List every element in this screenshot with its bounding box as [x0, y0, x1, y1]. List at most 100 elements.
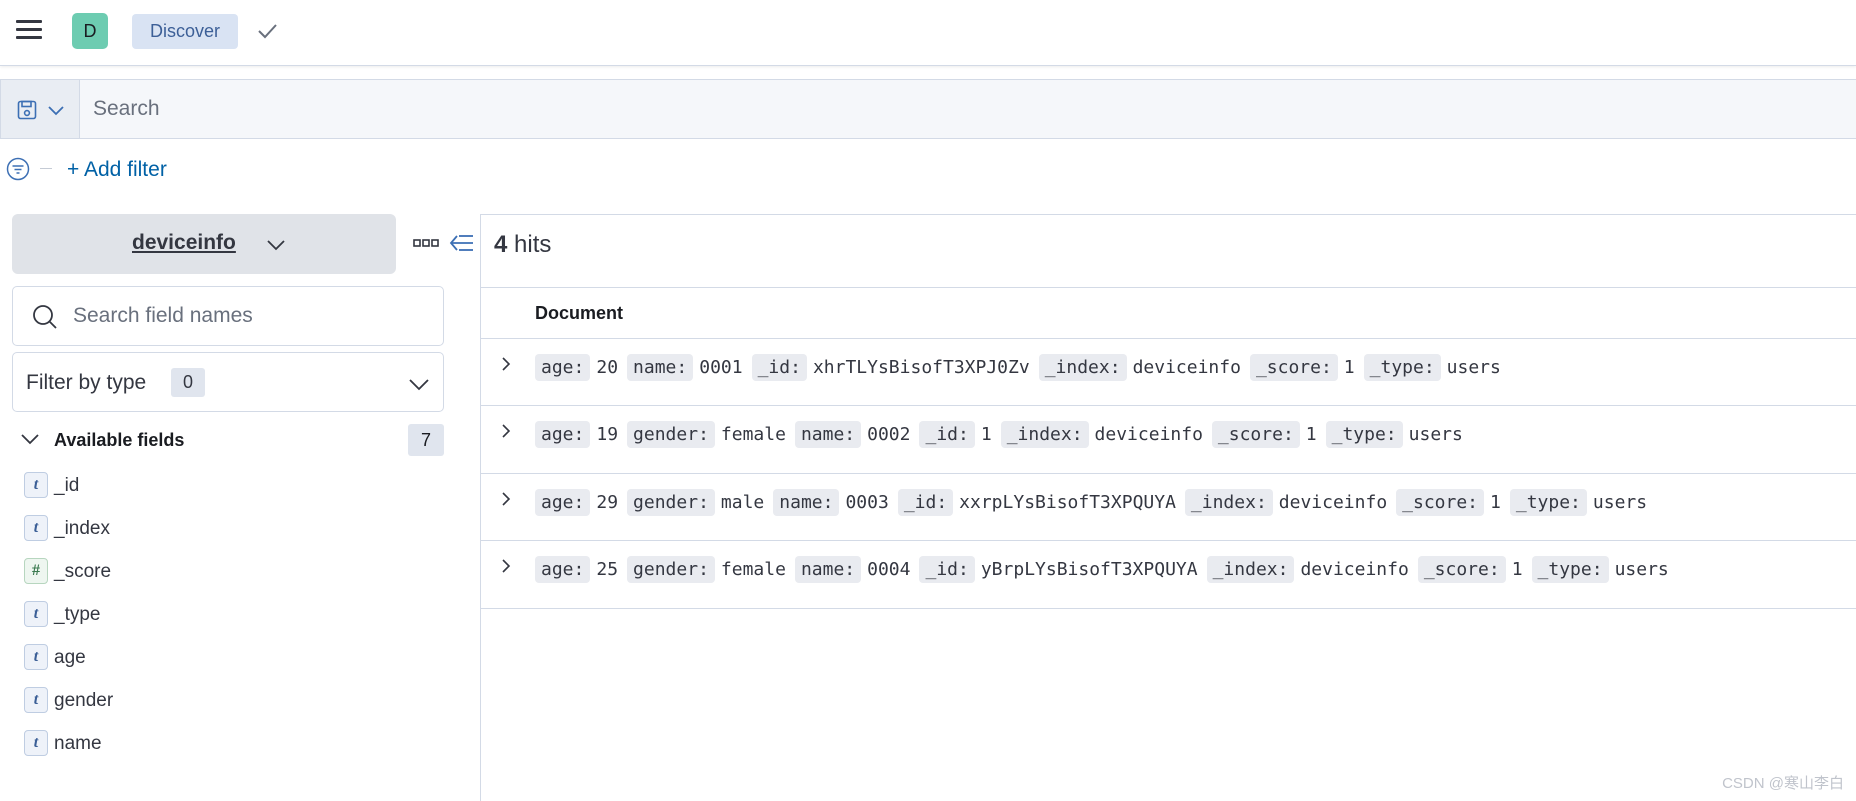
chevron-right-icon[interactable] — [498, 557, 514, 575]
field-key: gender: — [627, 421, 715, 448]
field-key: name: — [794, 556, 862, 583]
field-item-gender[interactable]: t gender — [24, 683, 424, 726]
field-key: _type: — [1531, 556, 1609, 583]
more-options-icon[interactable] — [412, 236, 440, 250]
breadcrumb-discover[interactable]: Discover — [132, 14, 239, 49]
field-search — [12, 286, 444, 346]
field-key: name: — [794, 421, 862, 448]
string-type-icon: t — [24, 730, 48, 756]
index-pattern-picker[interactable]: deviceinfo — [12, 214, 396, 274]
field-key: name: — [627, 354, 694, 381]
field-value: 20 — [596, 357, 619, 378]
field-value: yBrpLYsBisofT3XPQUYA — [980, 559, 1198, 580]
document-field-pair: _score: 1 — [1211, 421, 1317, 448]
field-item-_id[interactable]: t _id — [24, 468, 424, 511]
field-item-name[interactable]: t name — [24, 726, 424, 769]
string-type-icon: t — [24, 601, 48, 627]
collapse-sidebar-icon[interactable] — [449, 232, 475, 254]
document-field-pair: _id: 1 — [919, 421, 992, 448]
field-key: _score: — [1396, 489, 1485, 516]
filter-by-type-dropdown[interactable]: Filter by type 0 — [12, 352, 444, 412]
document-field-pair: name: 0001 — [627, 354, 743, 381]
field-value: 25 — [596, 559, 619, 580]
field-search-input[interactable] — [73, 287, 433, 345]
field-key: _type: — [1509, 489, 1587, 516]
field-value: 1 — [1343, 357, 1355, 378]
field-value: 0002 — [867, 424, 911, 445]
available-fields-label: Available fields — [54, 430, 185, 450]
add-filter-button[interactable]: + Add filter — [67, 158, 167, 182]
document-field-pair: age: 29 — [535, 489, 618, 516]
document-field-pair: age: 20 — [535, 354, 618, 381]
chevron-right-icon[interactable] — [498, 490, 514, 508]
chevron-down-icon — [21, 434, 39, 445]
field-value: 1 — [980, 424, 992, 445]
table-row: age: 19 gender: female name: 0002 _id: 1 _index:… — [480, 405, 1856, 473]
string-type-icon: t — [24, 515, 48, 541]
table-bottom-border — [480, 608, 1856, 609]
field-key: gender: — [627, 556, 715, 583]
document-field-pair: _id: yBrpLYsBisofT3XPQUYA — [919, 556, 1198, 583]
field-key: age: — [535, 489, 591, 516]
filter-divider — [40, 168, 52, 169]
field-value: 19 — [596, 424, 619, 445]
field-key: _index: — [1000, 421, 1089, 448]
document-field-pair: gender: female — [627, 421, 786, 448]
field-value: deviceinfo — [1278, 492, 1388, 513]
available-fields-toggle[interactable]: Available fields 7 — [12, 424, 444, 456]
index-pattern-label: deviceinfo — [132, 231, 236, 254]
field-value: 1 — [1511, 559, 1523, 580]
field-name: _score — [54, 561, 112, 582]
document-field-pair: age: 19 — [535, 421, 618, 448]
document-field-pair: _score: 1 — [1249, 354, 1355, 381]
field-value: male — [720, 492, 765, 513]
field-key: _id: — [919, 556, 975, 583]
field-value: xxrpLYsBisofT3XPQUYA — [959, 492, 1176, 513]
number-type-icon: # — [24, 558, 48, 584]
hits-count: 4 hits — [494, 231, 551, 259]
table-row: age: 29 gender: male name: 0003 _id: xxrpLYsBis… — [480, 473, 1856, 541]
saved-query-menu-button[interactable] — [1, 80, 80, 138]
field-value: 0003 — [845, 492, 889, 513]
filter-menu-icon[interactable] — [6, 157, 30, 181]
field-key: _type: — [1325, 421, 1403, 448]
save-icon — [17, 100, 37, 120]
hits-label: hits — [514, 231, 552, 258]
document-field-pair: _score: 1 — [1417, 556, 1523, 583]
field-item-_score[interactable]: # _score — [24, 554, 424, 597]
document-field-pair: _index: deviceinfo — [1206, 556, 1409, 583]
field-value: 1 — [1305, 424, 1317, 445]
document-column-header: Document — [535, 303, 624, 323]
document-field-pair: _id: xhrTLYsBisofT3XPJ0Zv — [751, 354, 1030, 381]
field-key: age: — [535, 556, 591, 583]
chevron-right-icon[interactable] — [498, 355, 514, 373]
field-key: _type: — [1363, 354, 1441, 381]
chevron-down-icon — [409, 379, 429, 391]
string-type-icon: t — [24, 644, 48, 670]
field-key: _score: — [1417, 556, 1506, 583]
field-item-_type[interactable]: t _type — [24, 597, 424, 640]
field-key: age: — [535, 421, 591, 448]
available-fields-count-badge: 7 — [408, 424, 444, 456]
chevron-right-icon[interactable] — [498, 422, 514, 440]
space-avatar[interactable]: D — [72, 13, 108, 49]
document-field-pair: _type: users — [1509, 489, 1648, 516]
field-value: users — [1592, 492, 1648, 513]
field-name: _type — [54, 604, 101, 625]
document-summary: age: 25 gender: female name: 0004 _id: yBrpLYsB… — [535, 556, 1678, 583]
document-field-pair: _id: xxrpLYsBisofT3XPQUYA — [897, 489, 1176, 516]
menu-icon[interactable] — [16, 20, 42, 40]
field-key: _id: — [897, 489, 954, 516]
document-field-pair: _index: deviceinfo — [1000, 421, 1203, 448]
field-name: gender — [54, 690, 114, 711]
field-item-_index[interactable]: t _index — [24, 511, 424, 554]
string-type-icon: t — [24, 472, 48, 498]
field-value: xhrTLYsBisofT3XPJ0Zv — [812, 357, 1030, 378]
document-summary: age: 19 gender: female name: 0002 _id: 1 _index:… — [535, 421, 1472, 448]
field-item-age[interactable]: t age — [24, 640, 424, 683]
query-search-input[interactable] — [81, 80, 1856, 138]
hits-divider — [480, 287, 1856, 288]
filter-by-type-count-badge: 0 — [171, 368, 205, 397]
field-value: female — [720, 424, 786, 445]
field-value: female — [720, 559, 786, 580]
